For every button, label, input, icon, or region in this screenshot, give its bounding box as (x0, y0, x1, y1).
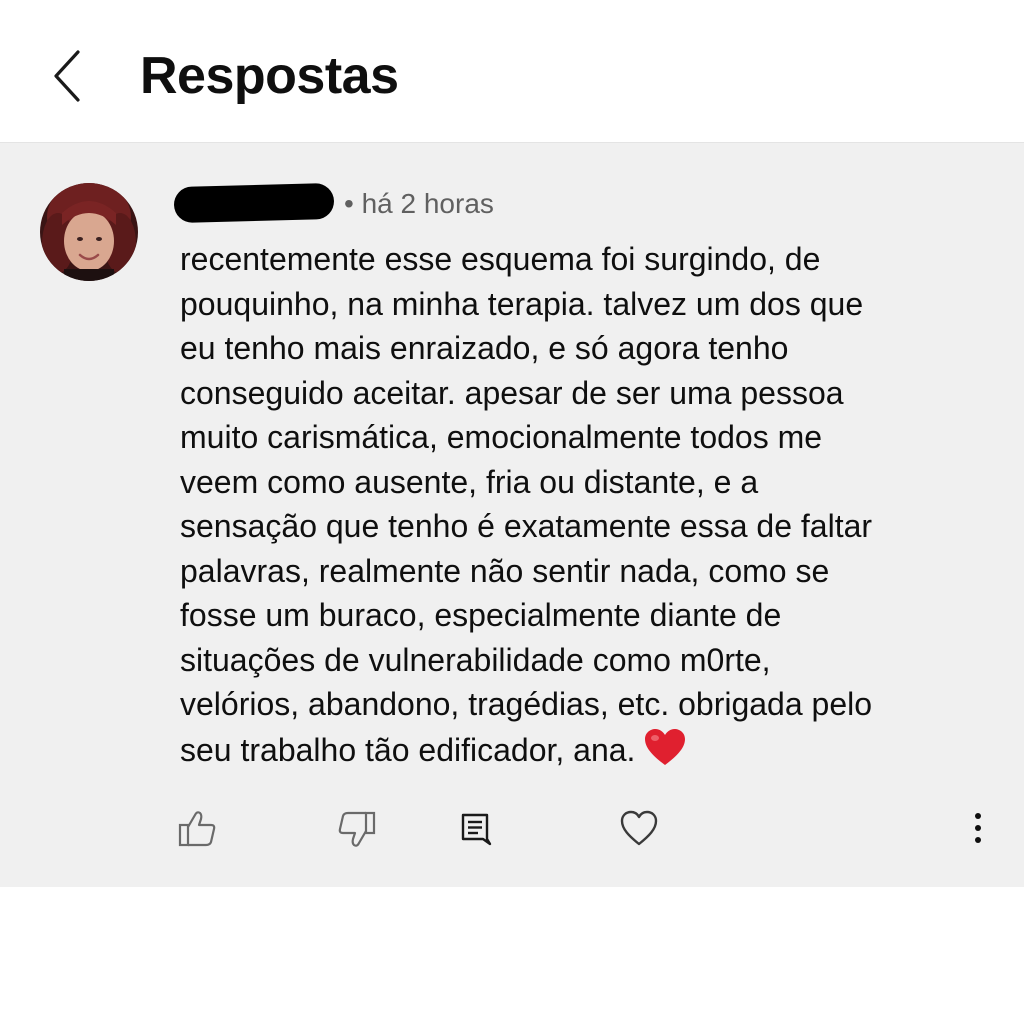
comment-line: velórios, abandono, tragédias, etc. obri… (180, 686, 873, 722)
comment-line: sensação que tenho é exatamente essa de … (180, 508, 873, 544)
comment-text: recentemente esse esquema foi surgindo, … (180, 237, 980, 772)
comment-line: veem como ausente, fria ou distante, e a (180, 463, 759, 500)
comment-timestamp: • há 2 horas (344, 188, 494, 219)
comment-line: muito carismática, emocionalmente todos … (180, 419, 823, 455)
username-redacted[interactable] (173, 182, 335, 224)
comment-line: pouquinho, na minha terapia. talvez um d… (180, 285, 864, 322)
comment-line: fosse um buraco, especialmente diante de (180, 597, 782, 633)
comment-line: situações de vulnerabilidade como m0rte, (180, 641, 771, 678)
comment-line: seu trabalho tão edificador, ana. (180, 731, 636, 768)
page-title: Respostas (140, 47, 399, 105)
thumbs-down-icon (338, 811, 376, 847)
thumbs-up-icon (178, 811, 216, 847)
red-heart-emoji-icon (645, 728, 686, 765)
reply-button[interactable] (460, 807, 492, 851)
avatar[interactable] (40, 183, 138, 281)
back-button[interactable] (46, 48, 90, 104)
comment-line: palavras, realmente não sentir nada, com… (180, 552, 830, 589)
dislike-button[interactable] (336, 807, 376, 851)
chevron-left-icon (54, 50, 80, 102)
comment-line: conseguido aceitar. apesar de ser uma pe… (180, 374, 844, 411)
comment-icon (461, 813, 492, 846)
heart-icon (620, 810, 658, 846)
heart-button[interactable] (620, 807, 658, 851)
comment-card: • há 2 horas recentemente esse esquema f… (0, 142, 1024, 887)
like-button[interactable] (178, 807, 218, 851)
replies-page: Respostas • há 2 horas recentemente esse… (0, 0, 1024, 1024)
avatar-image (40, 183, 138, 281)
more-vertical-icon (975, 813, 981, 843)
header: Respostas (0, 0, 1024, 142)
comment-line: recentemente esse esquema foi surgindo, … (180, 241, 821, 277)
comment-line: eu tenho mais enraizado, e só agora tenh… (180, 330, 789, 366)
more-options-button[interactable] (966, 807, 990, 851)
